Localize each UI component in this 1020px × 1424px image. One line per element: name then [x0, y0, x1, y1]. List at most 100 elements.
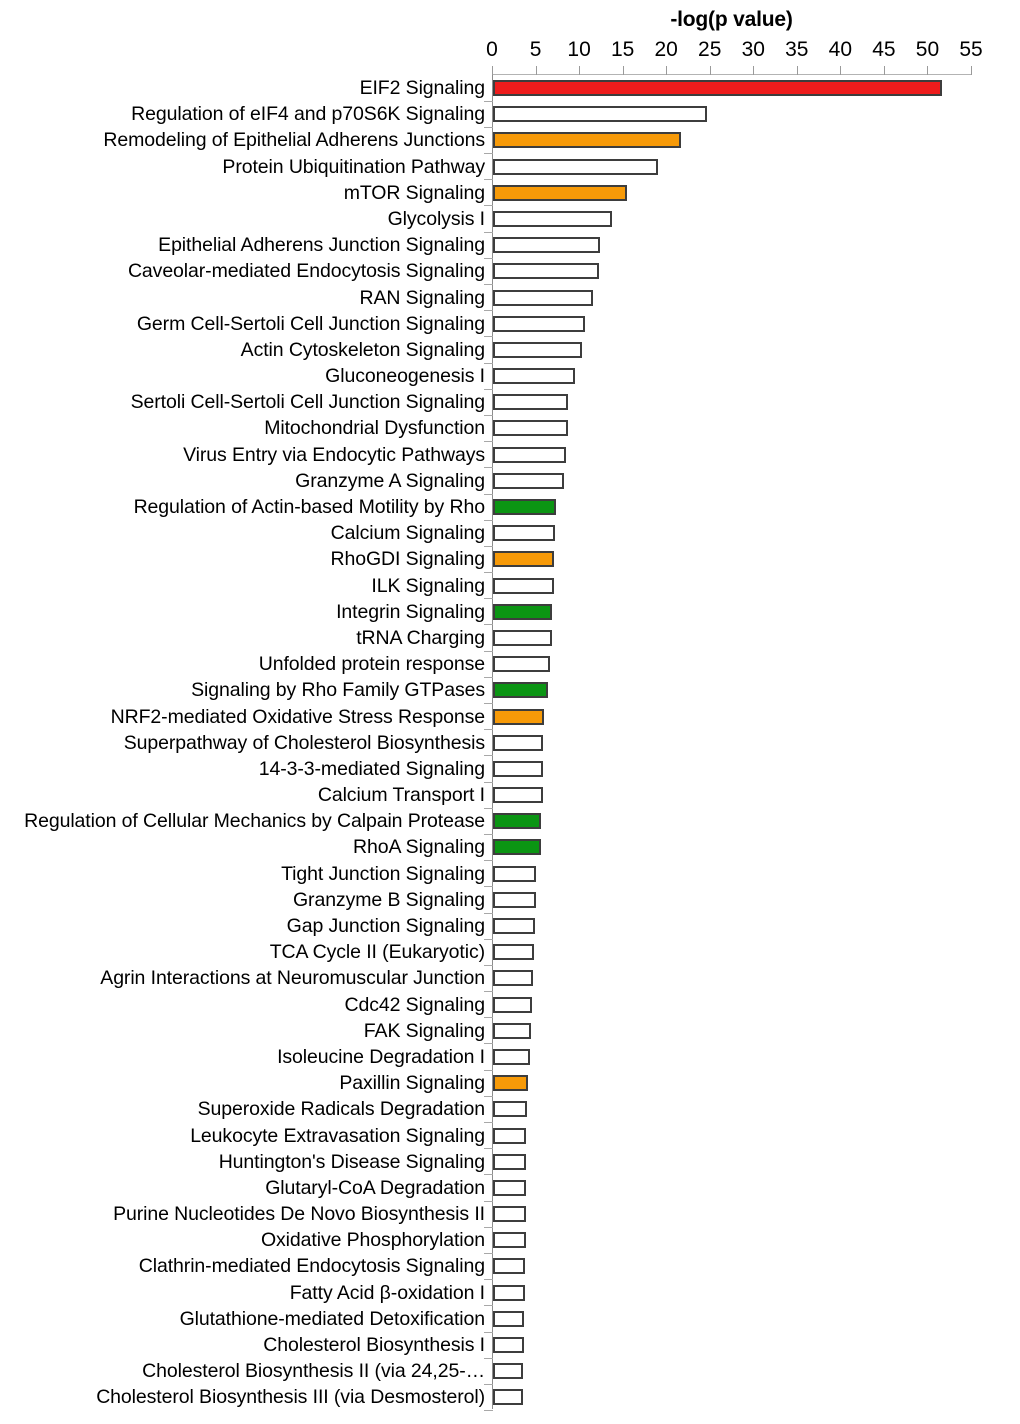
- bar-row[interactable]: Germ Cell-Sertoli Cell Junction Signalin…: [0, 311, 1020, 338]
- bar[interactable]: [493, 813, 541, 830]
- bar[interactable]: [493, 682, 548, 699]
- bar-row[interactable]: Cholesterol Biosynthesis I: [0, 1332, 1020, 1359]
- bar[interactable]: [493, 839, 541, 856]
- bar[interactable]: [493, 1310, 525, 1327]
- bar-row[interactable]: Glutathione-mediated Detoxification: [0, 1306, 1020, 1333]
- bar[interactable]: [493, 787, 543, 804]
- bar[interactable]: [493, 1258, 526, 1275]
- bar[interactable]: [493, 708, 544, 725]
- bar-row[interactable]: Huntington's Disease Signaling: [0, 1149, 1020, 1176]
- bar[interactable]: [493, 551, 554, 568]
- bar-row[interactable]: Regulation of Cellular Mechanics by Calp…: [0, 808, 1020, 835]
- bar-row[interactable]: Gap Junction Signaling: [0, 913, 1020, 940]
- bar-row[interactable]: Epithelial Adherens Junction Signaling: [0, 232, 1020, 259]
- bar[interactable]: [493, 1153, 527, 1170]
- bar-row[interactable]: Remodeling of Epithelial Adherens Juncti…: [0, 127, 1020, 155]
- bar[interactable]: [493, 734, 543, 751]
- bar-row[interactable]: Agrin Interactions at Neuromuscular Junc…: [0, 965, 1020, 993]
- bar[interactable]: [493, 970, 534, 987]
- bar-row[interactable]: ILK Signaling: [0, 573, 1020, 600]
- bar[interactable]: [493, 760, 543, 777]
- bar[interactable]: [493, 629, 553, 646]
- bar-row[interactable]: TCA Cycle II (Eukaryotic): [0, 939, 1020, 966]
- bar-row[interactable]: Glycolysis I: [0, 206, 1020, 233]
- bar[interactable]: [493, 996, 533, 1013]
- bar[interactable]: [493, 1179, 527, 1196]
- bar-row[interactable]: Sertoli Cell-Sertoli Cell Junction Signa…: [0, 389, 1020, 416]
- bar-row[interactable]: Paxillin Signaling: [0, 1070, 1020, 1097]
- bar[interactable]: [493, 184, 628, 201]
- bar[interactable]: [493, 1127, 527, 1144]
- bar[interactable]: [493, 210, 613, 227]
- bar-row[interactable]: tRNA Charging: [0, 625, 1020, 652]
- bar-row[interactable]: Regulation of Actin-based Motility by Rh…: [0, 494, 1020, 521]
- bar[interactable]: [493, 499, 556, 515]
- bar-row[interactable]: RAN Signaling: [0, 285, 1020, 312]
- bar[interactable]: [493, 1337, 525, 1353]
- bar[interactable]: [493, 420, 568, 437]
- bar[interactable]: [493, 80, 943, 96]
- bar-row[interactable]: Unfolded protein response: [0, 651, 1020, 678]
- bar[interactable]: [493, 237, 601, 254]
- bar-row[interactable]: Tight Junction Signaling: [0, 861, 1020, 888]
- bar-row[interactable]: Glutaryl-CoA Degradation: [0, 1175, 1020, 1202]
- bar-row[interactable]: RhoGDI Signaling: [0, 546, 1020, 574]
- bar-row[interactable]: Granzyme A Signaling: [0, 468, 1020, 495]
- bar-row[interactable]: Superoxide Radicals Degradation: [0, 1096, 1020, 1123]
- bar-row[interactable]: Calcium Signaling: [0, 520, 1020, 547]
- bar[interactable]: [493, 577, 554, 594]
- bar[interactable]: [493, 1389, 523, 1406]
- bar[interactable]: [493, 1284, 526, 1301]
- bar-row[interactable]: NRF2-mediated Oxidative Stress Response: [0, 704, 1020, 731]
- bar[interactable]: [493, 368, 575, 385]
- bar-row[interactable]: Mitochondrial Dysfunction: [0, 415, 1020, 443]
- bar-row[interactable]: Isoleucine Degradation I: [0, 1044, 1020, 1071]
- bar[interactable]: [493, 472, 565, 489]
- bar[interactable]: [493, 106, 708, 123]
- bar-row[interactable]: Calcium Transport I: [0, 782, 1020, 809]
- bar[interactable]: [493, 603, 553, 620]
- bar[interactable]: [493, 1048, 530, 1065]
- bar-row[interactable]: Virus Entry via Endocytic Pathways: [0, 442, 1020, 469]
- bar[interactable]: [493, 315, 586, 332]
- bar-row[interactable]: Fatty Acid β-oxidation I: [0, 1280, 1020, 1307]
- bar-row[interactable]: Signaling by Rho Family GTPases: [0, 677, 1020, 704]
- bar-row[interactable]: Oxidative Phosphorylation: [0, 1227, 1020, 1254]
- bar-row[interactable]: Regulation of eIF4 and p70S6K Signaling: [0, 101, 1020, 128]
- bar[interactable]: [493, 1232, 527, 1249]
- bar[interactable]: [493, 1022, 532, 1039]
- bar[interactable]: [493, 1206, 527, 1223]
- bar-row[interactable]: Caveolar-mediated Endocytosis Signaling: [0, 258, 1020, 285]
- bar[interactable]: [493, 341, 582, 358]
- bar[interactable]: [493, 1101, 527, 1118]
- bar-row[interactable]: Leukocyte Extravasation Signaling: [0, 1123, 1020, 1150]
- bar[interactable]: [493, 944, 534, 961]
- bar[interactable]: [493, 289, 594, 306]
- bar-row[interactable]: Granzyme B Signaling: [0, 887, 1020, 914]
- bar-row[interactable]: Cdc42 Signaling: [0, 992, 1020, 1019]
- bar[interactable]: [493, 1075, 528, 1092]
- bar-row[interactable]: Cholesterol Biosynthesis II (via 24,25-…: [0, 1358, 1020, 1385]
- bar-row[interactable]: Purine Nucleotides De Novo Biosynthesis …: [0, 1201, 1020, 1228]
- bar-row[interactable]: Protein Ubiquitination Pathway: [0, 154, 1020, 181]
- bar[interactable]: [493, 446, 567, 463]
- bar[interactable]: [493, 394, 568, 411]
- bar-row[interactable]: FAK Signaling: [0, 1018, 1020, 1045]
- bar-row[interactable]: Gluconeogenesis I: [0, 363, 1020, 390]
- bar-row[interactable]: 14-3-3-mediated Signaling: [0, 756, 1020, 783]
- bar[interactable]: [493, 918, 535, 934]
- bar[interactable]: [493, 132, 682, 149]
- bar[interactable]: [493, 656, 550, 673]
- bar[interactable]: [493, 158, 659, 175]
- bar[interactable]: [493, 1363, 524, 1380]
- bar-row[interactable]: Actin Cytoskeleton Signaling: [0, 337, 1020, 364]
- bar-row[interactable]: RhoA Signaling: [0, 834, 1020, 862]
- bar[interactable]: [493, 891, 536, 908]
- bar-row[interactable]: Clathrin-mediated Endocytosis Signaling: [0, 1253, 1020, 1281]
- bar-row[interactable]: Cholesterol Biosynthesis III (via Desmos…: [0, 1384, 1020, 1412]
- bar-row[interactable]: Integrin Signaling: [0, 599, 1020, 626]
- bar[interactable]: [493, 865, 536, 882]
- bar-row[interactable]: mTOR Signaling: [0, 180, 1020, 207]
- bar-row[interactable]: EIF2 Signaling: [0, 75, 1020, 102]
- bar[interactable]: [493, 525, 555, 542]
